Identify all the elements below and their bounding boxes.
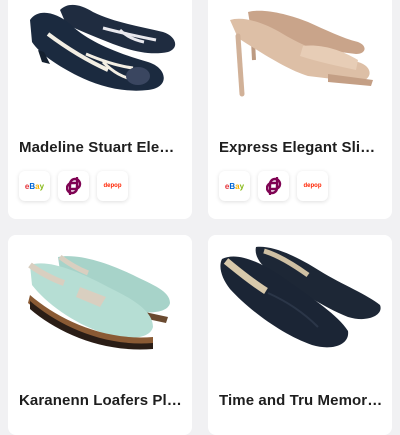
depop-logo-icon[interactable]: depop: [97, 171, 128, 201]
product-title[interactable]: Karanenn Loafers Platf...: [19, 392, 183, 409]
product-title[interactable]: Express Elegant Slip O...: [219, 139, 383, 156]
navy-peep-toe-flat-image: [8, 0, 192, 120]
poshmark-logo-icon[interactable]: [258, 171, 289, 201]
mint-loafer-image: [8, 235, 192, 365]
product-card[interactable]: Karanenn Loafers Platf...: [8, 235, 192, 435]
product-card[interactable]: Time and Tru Memory...: [208, 235, 392, 435]
product-image[interactable]: [208, 235, 392, 365]
product-title[interactable]: Madeline Stuart Elegan...: [19, 139, 183, 156]
product-image[interactable]: [8, 235, 192, 365]
beige-heel-mule-image: [208, 0, 392, 120]
product-title[interactable]: Time and Tru Memory...: [219, 392, 383, 409]
marketplace-list: eBay depop: [219, 171, 328, 201]
product-card[interactable]: Madeline Stuart Elegan... eBay depop: [8, 0, 192, 219]
depop-logo-icon[interactable]: depop: [297, 171, 328, 201]
product-card[interactable]: Express Elegant Slip O... eBay depop: [208, 0, 392, 219]
marketplace-list: eBay depop: [19, 171, 128, 201]
product-image[interactable]: [8, 0, 192, 120]
poshmark-logo-icon[interactable]: [58, 171, 89, 201]
black-loafer-image: [208, 235, 392, 365]
ebay-logo-icon[interactable]: eBay: [219, 171, 250, 201]
ebay-logo-icon[interactable]: eBay: [19, 171, 50, 201]
product-image[interactable]: [208, 0, 392, 120]
